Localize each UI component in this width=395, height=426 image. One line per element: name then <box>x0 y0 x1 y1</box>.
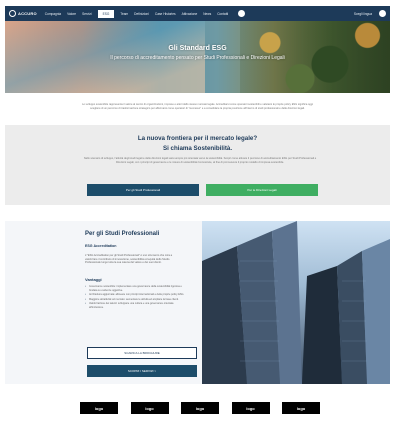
partner-logo[interactable]: logo <box>80 402 118 414</box>
list-item: Valorizzazione dei talenti: sviluppare u… <box>85 302 185 309</box>
theme-toggle-icon[interactable] <box>238 10 246 17</box>
frontier-title: La nuova frontiera per il mercato legale… <box>137 135 258 142</box>
discover-services-button[interactable]: SCOPRI I SERVIZI > <box>87 365 197 377</box>
studi-title: Per gli Studi Professionali <box>85 231 160 237</box>
vantaggi-title: Vantaggi <box>85 277 102 282</box>
download-brochure-button[interactable]: SCARICA LA BROCHURE <box>87 347 197 359</box>
nav-item-esg[interactable]: ESG <box>97 9 115 18</box>
user-icon[interactable] <box>379 10 386 17</box>
skyscrapers-illustration <box>202 221 390 384</box>
nav-item-servizi[interactable]: Servizi <box>82 12 92 16</box>
nav-item-contatti[interactable]: Contatti <box>217 12 228 16</box>
logo-text: ACCURO <box>18 11 37 16</box>
frontier-section: La nuova frontiera per il mercato legale… <box>5 125 390 205</box>
nav-item-team[interactable]: Team <box>120 12 128 16</box>
nav-item-definizioni[interactable]: Definizioni <box>134 12 149 16</box>
direzioni-legali-button[interactable]: Per le Direzioni Legali <box>206 184 318 196</box>
partner-logo[interactable]: logo <box>231 402 270 414</box>
studi-text: L'"ESG Accreditation per gli Studi Profe… <box>85 254 173 265</box>
frontier-text: Nello scenario di sviluppo, l'attività d… <box>83 157 317 164</box>
nav-item-attivazione[interactable]: Attivazione <box>182 12 198 16</box>
list-item: Architettura aggiornata: allineare con p… <box>85 293 185 297</box>
nav-right: Scegli lingua <box>354 10 386 17</box>
studi-section: Per gli Studi Professionali ESG Accredit… <box>5 221 390 384</box>
hero-banner: Gli Standard ESG Il percorso di accredit… <box>5 21 390 93</box>
hero-subtitle: Il percorso di accreditamento pensato pe… <box>110 55 285 61</box>
nav-menu: Compagnia Valore Servizi ESG Team Defini… <box>45 9 354 18</box>
brand-logo[interactable]: ACCURO <box>9 10 37 17</box>
logo-icon <box>9 10 16 17</box>
list-item: Governance sostenibile: implementare una… <box>85 285 185 292</box>
partner-logo[interactable]: logo <box>282 402 320 414</box>
language-selector[interactable]: Scegli lingua <box>354 12 372 16</box>
list-item: Maggiore attrattività sul mercato: aumen… <box>85 298 185 302</box>
studi-subtitle: ESG Accreditation <box>85 244 117 248</box>
partner-logo[interactable]: logo <box>130 402 169 414</box>
skyscrapers-image <box>202 221 390 384</box>
hero-title: Gli Standard ESG <box>168 45 227 52</box>
nav-item-news[interactable]: News <box>203 12 211 16</box>
nav-item-case-histories[interactable]: Case Histories <box>155 12 176 16</box>
frontier-subtitle: Si chiama Sostenibilità. <box>162 145 233 152</box>
vantaggi-list: Governance sostenibile: implementare una… <box>85 285 185 310</box>
nav-item-valore[interactable]: Valore <box>67 12 76 16</box>
partner-logo[interactable]: logo <box>181 402 219 414</box>
studi-professionali-button[interactable]: Per gli Studi Professionali <box>87 184 199 196</box>
top-nav: ACCURO Compagnia Valore Servizi ESG Team… <box>5 6 390 21</box>
partner-logos: logo logo logo logo logo <box>80 402 320 414</box>
intro-paragraph: Lo sviluppo sostenibile rappresenta il v… <box>82 103 313 110</box>
nav-item-compagnia[interactable]: Compagnia <box>45 12 61 16</box>
